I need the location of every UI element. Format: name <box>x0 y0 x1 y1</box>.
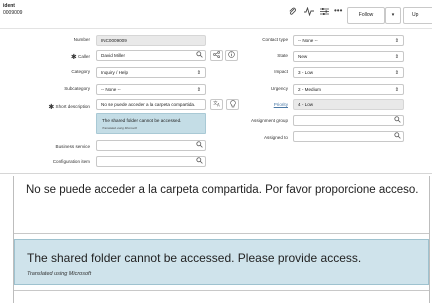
translation-note: Translated using Microsoft <box>102 126 137 130</box>
urgency-label: Urgency <box>270 86 288 91</box>
activity-icon[interactable] <box>304 6 314 18</box>
assigned-to-field[interactable] <box>293 131 404 142</box>
zoomed-detail-panel: No se puede acceder a la carpeta compart… <box>13 176 430 304</box>
zoomed-short-description-text: No se puede acceder a la carpeta compart… <box>26 184 419 196</box>
zoomed-next-field[interactable] <box>14 290 429 304</box>
contact-type-select[interactable]: -- None -- ⇕ <box>293 35 404 46</box>
priority-label[interactable]: Priority <box>198 102 288 107</box>
category-value: Inquiry / Help <box>101 70 129 75</box>
required-icon: ✱ <box>70 54 77 61</box>
more-icon[interactable]: ••• <box>334 6 342 15</box>
search-icon[interactable] <box>196 141 203 150</box>
update-button[interactable]: Up <box>403 7 432 24</box>
state-label: State <box>277 53 288 58</box>
select-arrows-icon: ⇕ <box>394 54 399 60</box>
zoomed-short-description-field[interactable]: No se puede acceder a la carpeta compart… <box>14 176 429 234</box>
number-label: Number <box>73 37 90 42</box>
form-number: 0009009 <box>3 10 23 16</box>
caller-field[interactable]: David Miller <box>96 50 206 61</box>
configuration-item-label: Configuration item <box>52 159 90 164</box>
follow-dropdown-button[interactable]: ▾ <box>385 7 401 24</box>
search-icon[interactable] <box>196 157 203 166</box>
select-arrows-icon: ⇕ <box>394 38 399 44</box>
short-description-label: ✱ Short description <box>48 104 90 111</box>
search-icon[interactable] <box>394 132 401 141</box>
contact-type-value: -- None -- <box>298 38 318 43</box>
zoomed-translation-note: Translated using Microsoft <box>27 271 92 277</box>
subcategory-label: Subcategory <box>64 86 90 91</box>
state-select[interactable]: New ⇕ <box>293 51 404 62</box>
short-description-field[interactable]: No se puede acceder a la carpeta compart… <box>96 99 206 110</box>
paperclip-icon[interactable] <box>288 7 297 18</box>
form-title: ident <box>3 3 15 9</box>
zoomed-translation-box: The shared folder cannot be accessed. Pl… <box>14 239 429 285</box>
state-value: New <box>298 54 308 59</box>
category-select[interactable]: Inquiry / Help ⇕ <box>96 67 206 78</box>
number-field[interactable]: INC0009009 <box>96 35 206 46</box>
impact-value: 3 - Low <box>298 70 314 75</box>
follow-button[interactable]: Follow <box>347 7 385 24</box>
assignment-group-label: Assignment group <box>250 118 288 123</box>
impact-select[interactable]: 3 - Low ⇕ <box>293 67 404 78</box>
assignment-group-field[interactable] <box>293 115 404 126</box>
contact-type-label: Contact type <box>262 37 288 42</box>
caller-label: ✱ Caller <box>70 54 90 61</box>
urgency-select[interactable]: 2 - Medium ⇕ <box>293 84 404 95</box>
zoomed-translation-text: The shared folder cannot be accessed. Pl… <box>27 251 362 265</box>
select-arrows-icon: ⇕ <box>394 87 399 93</box>
category-label: Category <box>71 69 90 74</box>
search-icon[interactable] <box>394 116 401 125</box>
priority-field: 4 - Low <box>293 99 404 110</box>
form-header: ident 0009009 ••• Follow ▾ Up <box>0 0 432 29</box>
translation-text: The shared folder cannot be accessed. <box>102 118 182 123</box>
urgency-value: 2 - Medium <box>298 87 321 92</box>
subcategory-select[interactable]: -- None -- ⇕ <box>96 84 206 95</box>
incident-form-screenshot: ident 0009009 ••• Follow ▾ Up Number INC… <box>0 0 432 174</box>
assigned-to-label: Assigned to <box>263 135 288 140</box>
required-icon: ✱ <box>48 104 55 111</box>
business-service-label: Business service <box>55 144 90 149</box>
business-service-field[interactable] <box>96 140 206 151</box>
translation-info-box: The shared folder cannot be accessed. Tr… <box>96 113 206 134</box>
select-arrows-icon: ⇕ <box>394 70 399 76</box>
impact-label: Impact <box>274 69 288 74</box>
configuration-item-field[interactable] <box>96 156 206 167</box>
subcategory-value: -- None -- <box>101 87 121 92</box>
settings-icon[interactable] <box>320 7 329 18</box>
